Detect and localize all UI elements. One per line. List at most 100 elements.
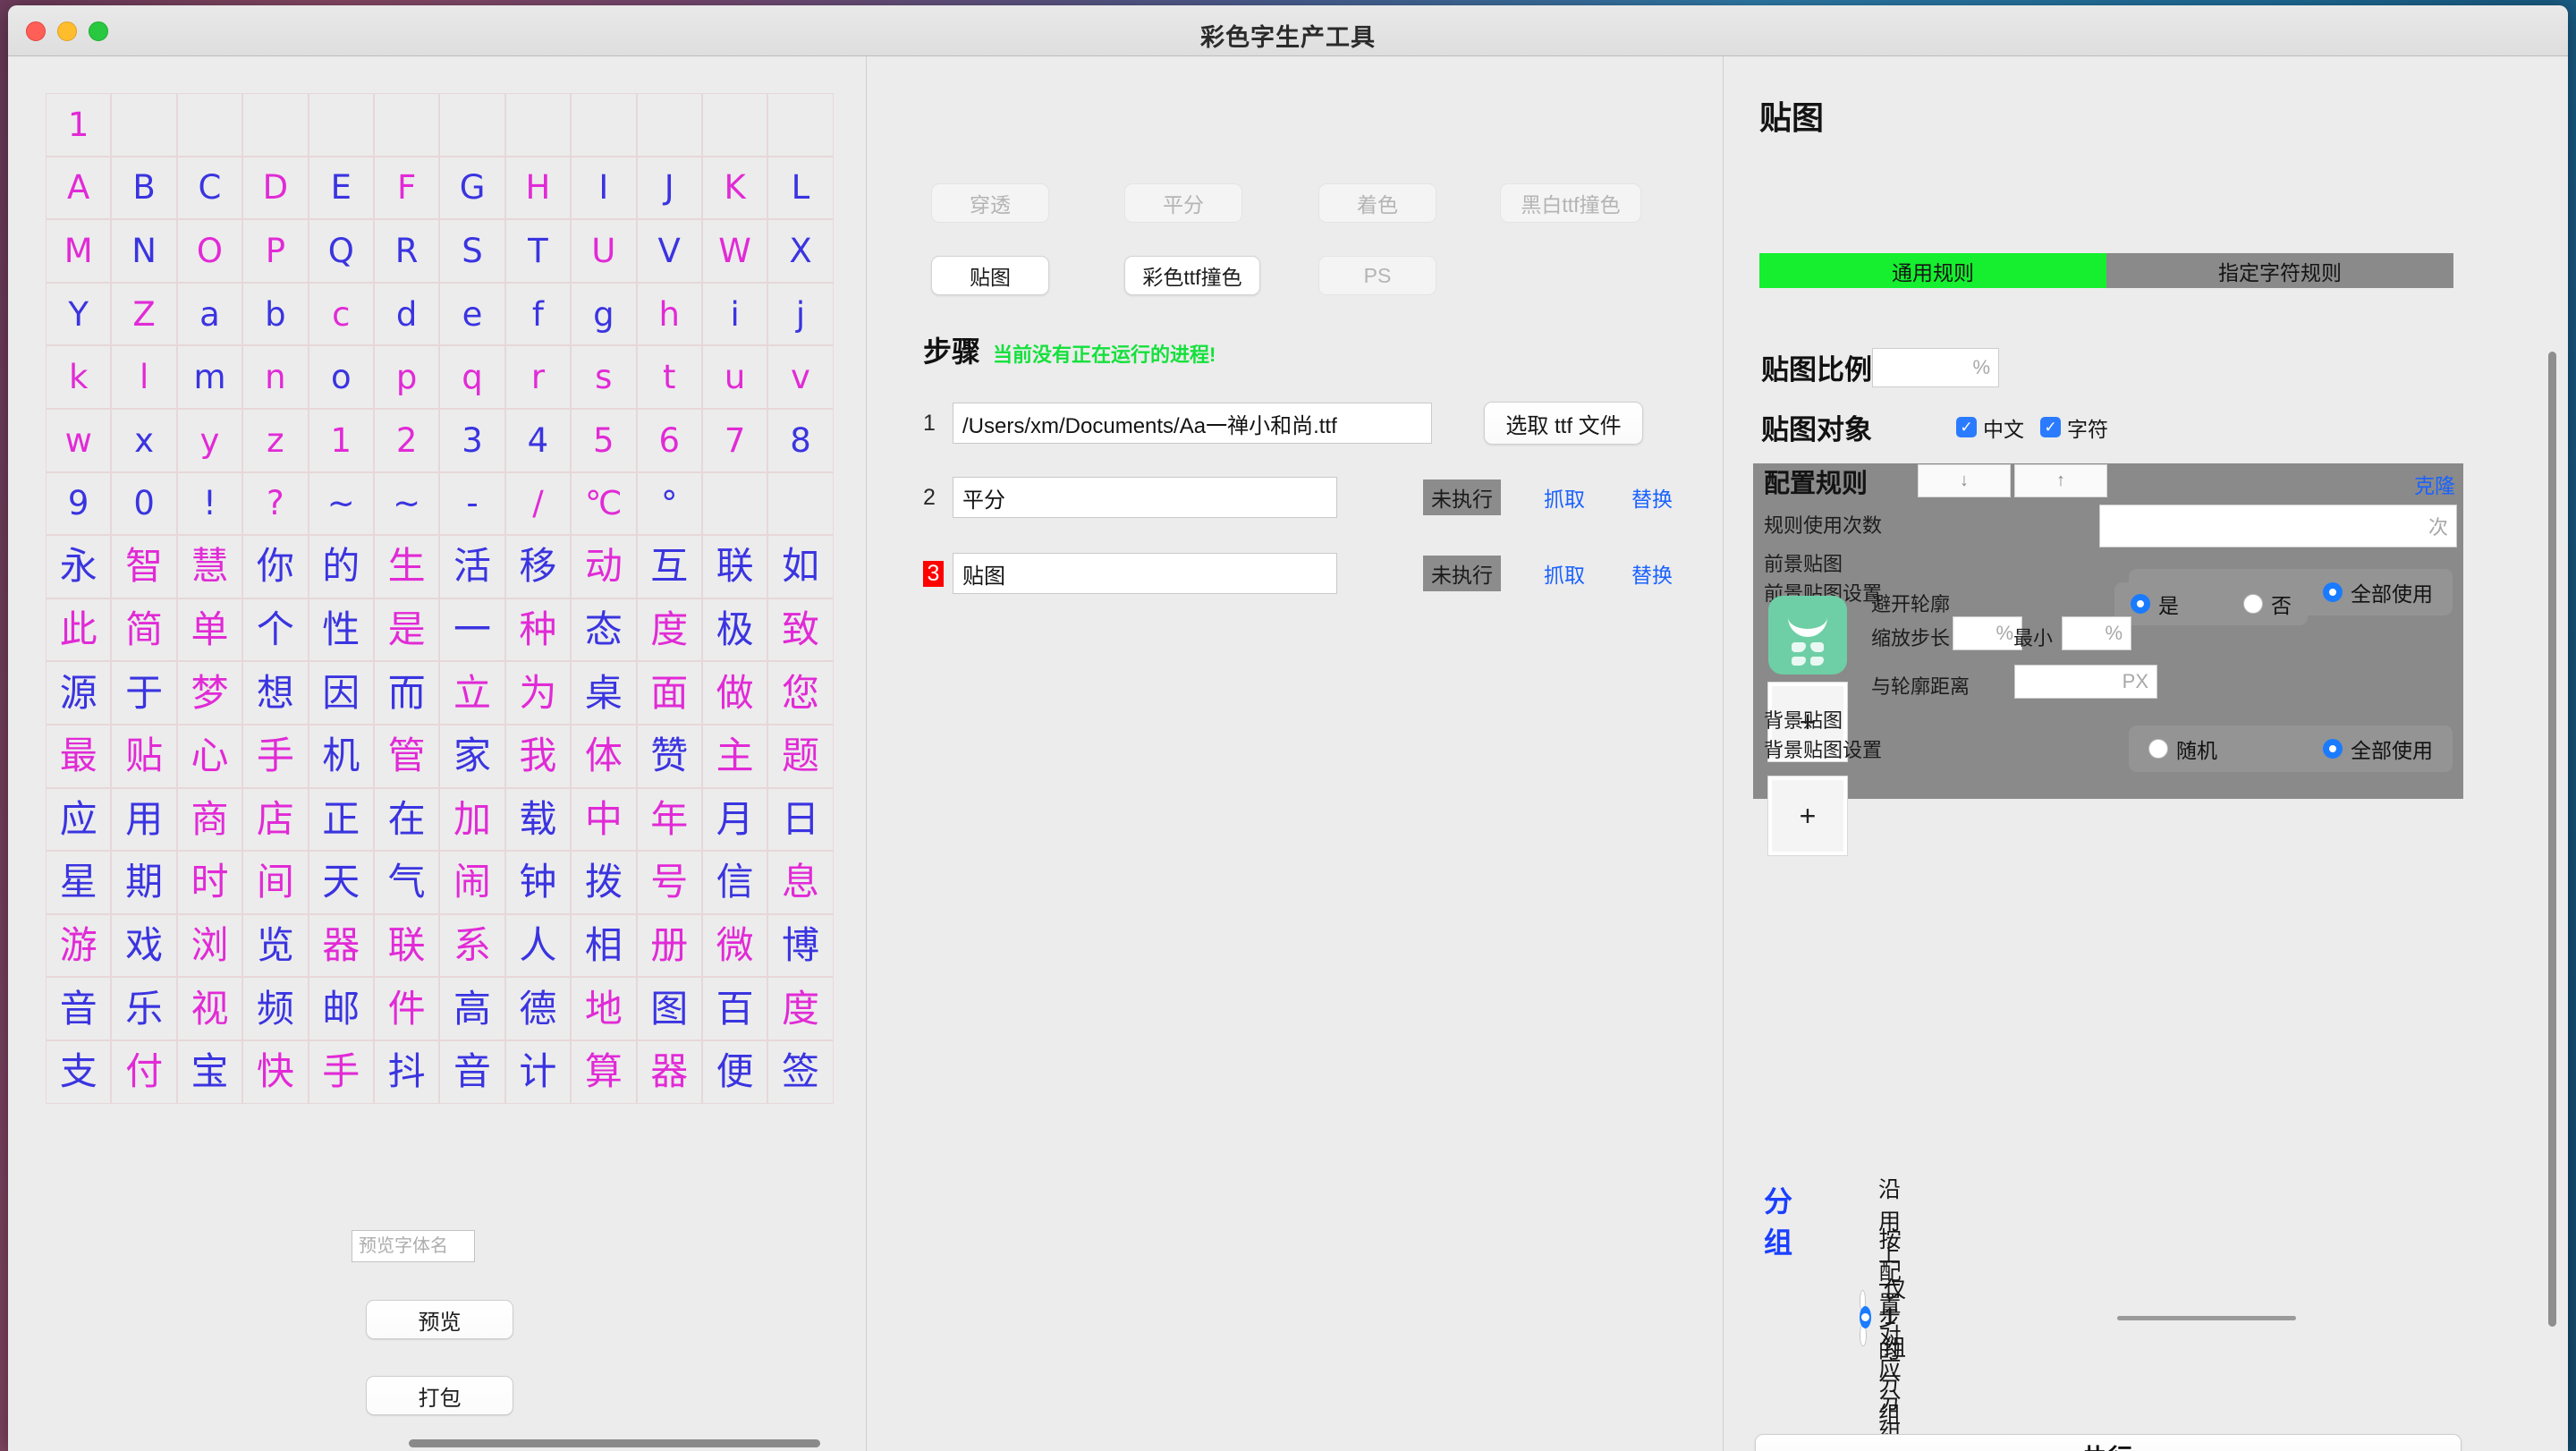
glyph-cell[interactable]: X — [767, 219, 833, 283]
glyph-cell[interactable]: 相 — [571, 914, 636, 978]
clone-link[interactable]: 克隆 — [2414, 469, 2455, 499]
preview-font-name-input[interactable] — [352, 1230, 475, 1262]
glyph-cell[interactable]: b — [242, 283, 308, 346]
glyph-cell[interactable]: / — [505, 472, 571, 536]
glyph-cell[interactable]: f — [505, 283, 571, 346]
glyph-cell-empty[interactable] — [702, 472, 767, 536]
glyph-cell[interactable]: E — [309, 157, 374, 220]
mode-button-zhuose[interactable]: 着色 — [1318, 183, 1436, 223]
glyph-cell[interactable]: y — [177, 409, 242, 472]
pick-ttf-file-button[interactable]: 选取 ttf 文件 — [1484, 402, 1643, 445]
glyph-cell[interactable]: 联 — [702, 535, 767, 598]
glyph-cell[interactable]: 日 — [767, 788, 833, 852]
glyph-cell[interactable]: 百 — [702, 977, 767, 1040]
glyph-cell[interactable]: 图 — [637, 977, 702, 1040]
glyph-cell[interactable]: j — [767, 283, 833, 346]
glyph-cell-empty[interactable] — [309, 93, 374, 157]
glyph-cell[interactable]: 息 — [767, 851, 833, 914]
glyph-cell[interactable]: 1 — [309, 409, 374, 472]
glyph-cell[interactable]: 想 — [242, 661, 308, 725]
glyph-cell[interactable]: 人 — [505, 914, 571, 978]
glyph-cell[interactable]: 联 — [374, 914, 439, 978]
glyph-cell[interactable]: 德 — [505, 977, 571, 1040]
glyph-cell[interactable]: 音 — [439, 1040, 504, 1104]
glyph-cell[interactable]: L — [767, 157, 833, 220]
glyph-cell[interactable]: 永 — [46, 535, 111, 598]
glyph-cell[interactable]: B — [111, 157, 176, 220]
glyph-cell[interactable]: 9 — [46, 472, 111, 536]
glyph-cell[interactable]: 手 — [242, 725, 308, 788]
glyph-cell[interactable]: W — [702, 219, 767, 283]
glyph-cell[interactable]: e — [439, 283, 504, 346]
glyph-cell[interactable]: 高 — [439, 977, 504, 1040]
glyph-cell[interactable]: 一 — [439, 598, 504, 662]
glyph-cell[interactable]: 在 — [374, 788, 439, 852]
glyph-cell[interactable]: 0 — [111, 472, 176, 536]
glyph-cell-empty[interactable] — [111, 93, 176, 157]
glyph-cell[interactable]: d — [374, 283, 439, 346]
glyph-cell[interactable]: 7 — [702, 409, 767, 472]
add-background-sticker-button[interactable]: + — [1768, 776, 1847, 855]
glyph-cell-empty[interactable] — [439, 93, 504, 157]
glyph-cell-empty[interactable] — [505, 93, 571, 157]
glyph-cell[interactable]: 桌 — [571, 661, 636, 725]
glyph-cell[interactable]: 正 — [309, 788, 374, 852]
radio-foreground-use-all[interactable]: 全部使用 — [2323, 577, 2433, 607]
glyph-cell[interactable]: C — [177, 157, 242, 220]
glyph-cell[interactable]: ! — [177, 472, 242, 536]
glyph-cell[interactable]: 间 — [242, 851, 308, 914]
glyph-cell[interactable]: 慧 — [177, 535, 242, 598]
glyph-cell[interactable]: 时 — [177, 851, 242, 914]
glyph-cell[interactable]: 天 — [309, 851, 374, 914]
glyph-cell[interactable]: h — [637, 283, 702, 346]
scale-step-input[interactable] — [1953, 617, 2021, 649]
glyph-cell[interactable]: 信 — [702, 851, 767, 914]
glyph-cell[interactable]: 性 — [309, 598, 374, 662]
glyph-cell[interactable]: n — [242, 345, 308, 409]
glyph-cell[interactable]: K — [702, 157, 767, 220]
glyph-cell[interactable]: 微 — [702, 914, 767, 978]
glyph-cell[interactable]: 拨 — [571, 851, 636, 914]
glyph-cell-empty[interactable] — [571, 93, 636, 157]
glyph-cell[interactable]: r — [505, 345, 571, 409]
glyph-cell[interactable]: 乐 — [111, 977, 176, 1040]
glyph-cell[interactable]: ° — [637, 472, 702, 536]
glyph-cell[interactable]: ~ — [374, 472, 439, 536]
radio-avoid-no[interactable]: 否 — [2243, 589, 2292, 619]
pack-button[interactable]: 打包 — [366, 1376, 513, 1415]
horizontal-scrollbar[interactable] — [2117, 1316, 2296, 1320]
run-button[interactable]: 执行 — [1755, 1434, 2462, 1451]
glyph-cell[interactable]: A — [46, 157, 111, 220]
glyph-cell[interactable]: 便 — [702, 1040, 767, 1104]
glyph-cell[interactable]: 面 — [637, 661, 702, 725]
glyph-cell[interactable]: 频 — [242, 977, 308, 1040]
glyph-cell[interactable]: 中 — [571, 788, 636, 852]
glyph-cell[interactable]: 度 — [767, 977, 833, 1040]
glyph-cell[interactable]: H — [505, 157, 571, 220]
checkbox-symbols[interactable]: ✓ 字符 — [2040, 412, 2108, 443]
glyph-cell[interactable]: 是 — [374, 598, 439, 662]
glyph-cell[interactable]: 做 — [702, 661, 767, 725]
glyph-cell[interactable]: 6 — [637, 409, 702, 472]
glyph-cell[interactable]: S — [439, 219, 504, 283]
glyph-cell[interactable]: 戏 — [111, 914, 176, 978]
glyph-cell[interactable]: 器 — [309, 914, 374, 978]
glyph-cell[interactable]: 快 — [242, 1040, 308, 1104]
glyph-cell[interactable]: 气 — [374, 851, 439, 914]
glyph-cell[interactable]: 致 — [767, 598, 833, 662]
glyph-cell[interactable]: 音 — [46, 977, 111, 1040]
checkbox-chinese[interactable]: ✓ 中文 — [1956, 412, 2024, 443]
glyph-cell[interactable]: 而 — [374, 661, 439, 725]
usage-count-field[interactable]: 次 — [2099, 505, 2457, 547]
glyph-cell[interactable]: 动 — [571, 535, 636, 598]
glyph-cell[interactable]: 店 — [242, 788, 308, 852]
glyph-cell[interactable]: J — [637, 157, 702, 220]
glyph-cell[interactable]: 博 — [767, 914, 833, 978]
outline-distance-input[interactable] — [2015, 666, 2157, 698]
glyph-cell[interactable]: P — [242, 219, 308, 283]
glyph-cell[interactable]: 个 — [242, 598, 308, 662]
move-down-icon[interactable]: ↓ — [1918, 464, 2011, 497]
replace-link[interactable]: 替换 — [1631, 482, 1673, 513]
glyph-cell-empty[interactable] — [637, 93, 702, 157]
glyph-cell[interactable]: 心 — [177, 725, 242, 788]
